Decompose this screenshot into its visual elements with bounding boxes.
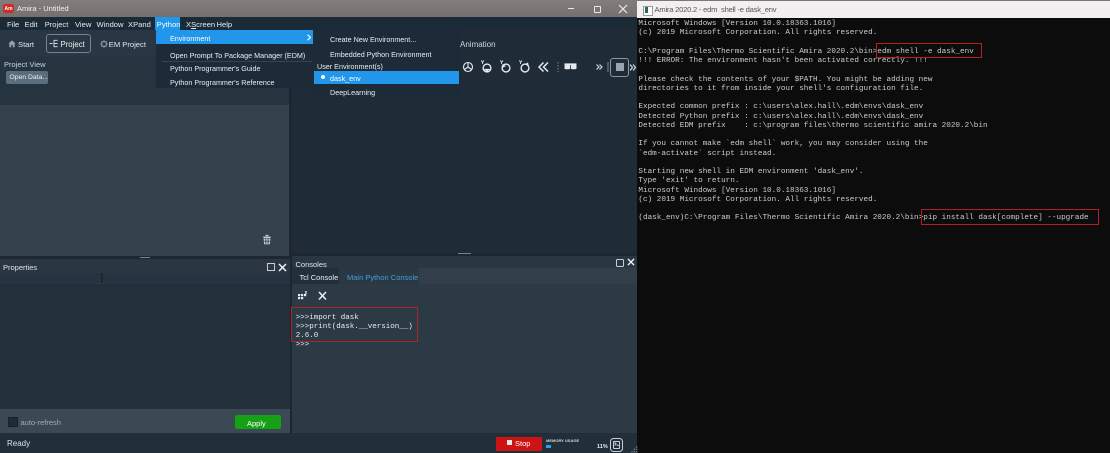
svg-text:x: x — [305, 290, 308, 296]
